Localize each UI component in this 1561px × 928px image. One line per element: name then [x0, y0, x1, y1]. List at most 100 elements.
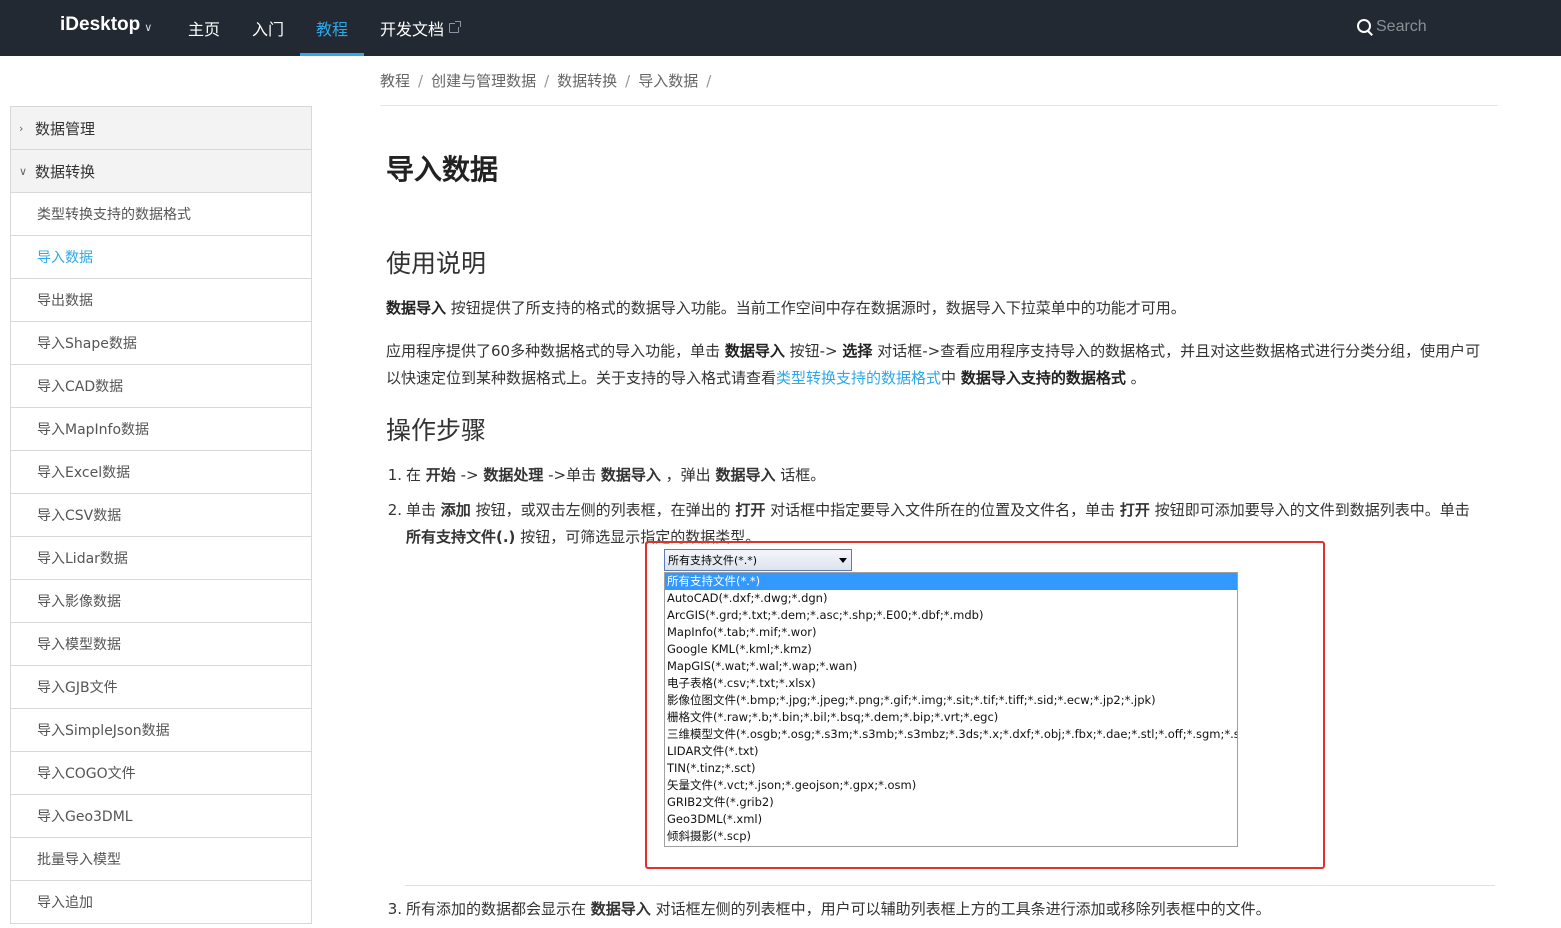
breadcrumb-item[interactable]: 教程	[380, 70, 410, 91]
sidebar-item-label: 导入SimpleJson数据	[37, 723, 170, 739]
file-type-option[interactable]: MapGIS(*.wat;*.wal;*.wap;*.wan)	[665, 658, 1237, 675]
sidebar-item-label: 导出数据	[37, 293, 93, 309]
sidebar-item[interactable]: 导入CSV数据	[11, 494, 311, 537]
external-link-icon	[449, 21, 462, 33]
bold-text: 数据导入支持的数据格式	[960, 369, 1126, 387]
sidebar-item[interactable]: 导入COGO文件	[11, 752, 311, 795]
file-type-option[interactable]: MapInfo(*.tab;*.mif;*.wor)	[665, 624, 1237, 641]
step-text: 所有添加的数据都会显示在 数据导入 对话框左侧的列表框中，用户可以辅助列表框上方…	[406, 896, 1271, 923]
select-value: 所有支持文件(*.*)	[668, 554, 758, 567]
sidebar-item-label: 类型转换支持的数据格式	[37, 207, 191, 223]
file-type-option[interactable]: LIDAR文件(*.txt)	[665, 743, 1237, 760]
sidebar-item[interactable]: 类型转换支持的数据格式	[11, 193, 311, 236]
bold-text: 打开	[1119, 501, 1150, 519]
chevron-right-icon: ›	[19, 121, 24, 135]
step-3: 3. 所有添加的数据都会显示在 数据导入 对话框左侧的列表框中，用户可以辅助列表…	[386, 896, 1486, 923]
sidebar-group-data-management[interactable]: › 数据管理	[11, 107, 311, 150]
text: 按钮提供了所支持的格式的数据导入功能。当前工作空间中存在数据源时，数据导入下拉菜…	[446, 299, 1186, 317]
nav-link-dev-docs[interactable]: 开发文档	[364, 0, 475, 56]
text: ，弹出	[660, 466, 716, 484]
search-icon	[1356, 18, 1374, 36]
step-number: 2.	[387, 501, 402, 519]
usage-paragraph-2: 应用程序提供了60多种数据格式的导入功能，单击 数据导入 按钮-> 选择 对话框…	[386, 338, 1486, 392]
chevron-down-icon: ∨	[144, 21, 153, 34]
sidebar-item[interactable]: 导入Geo3DML	[11, 795, 311, 838]
file-type-select[interactable]: 所有支持文件(*.*)	[664, 549, 852, 571]
sidebar-item[interactable]: 批量导入模型	[11, 838, 311, 881]
sidebar-item-label: 导入GJB文件	[37, 680, 118, 696]
link-supported-formats[interactable]: 类型转换支持的数据格式	[776, 369, 941, 387]
file-type-option[interactable]: 倾斜摄影(*.scp)	[665, 828, 1237, 845]
sidebar-item-label: 导入Lidar数据	[37, 551, 128, 567]
sidebar-item-label: 批量导入模型	[37, 852, 121, 868]
file-type-option[interactable]: Google KML(*.kml;*.kmz)	[665, 641, 1237, 658]
dropdown-arrow-icon	[839, 558, 847, 563]
file-type-option[interactable]: AutoCAD(*.dxf;*.dwg;*.dgn)	[665, 590, 1237, 607]
text: 。	[1125, 369, 1146, 387]
sidebar-item[interactable]: 导入模型数据	[11, 623, 311, 666]
text: 中	[941, 369, 961, 387]
file-type-option[interactable]: GRIB2文件(*.grib2)	[665, 794, 1237, 811]
highlighted-screenshot: 所有支持文件(*.*) 所有支持文件(*.*) AutoCAD(*.dxf;*.…	[645, 541, 1325, 869]
file-type-option[interactable]: 三维模型文件(*.osgb;*.osg;*.s3m;*.s3mb;*.s3mbz…	[665, 726, 1237, 743]
bold-text: 数据处理	[483, 466, 544, 484]
search-input[interactable]	[1376, 18, 1506, 36]
text: 在	[406, 466, 426, 484]
nav-link-label: 开发文档	[380, 20, 445, 39]
text: 单击	[406, 501, 441, 519]
sidebar-item-label: 导入Shape数据	[37, 336, 137, 352]
file-type-option[interactable]: 影像位图文件(*.bmp;*.jpg;*.jpeg;*.png;*.gif;*.…	[665, 692, 1237, 709]
breadcrumb: 教程 / 创建与管理数据 / 数据转换 / 导入数据 /	[380, 56, 1498, 106]
search-box	[1356, 14, 1516, 40]
sidebar-item[interactable]: 导入MapInfo数据	[11, 408, 311, 451]
file-type-option[interactable]: TIN(*.tinz;*.sct)	[665, 760, 1237, 777]
brand-dropdown[interactable]: iDesktop ∨	[60, 14, 152, 36]
sidebar-item[interactable]: 导入Shape数据	[11, 322, 311, 365]
sidebar-item-label: 导入Excel数据	[37, 465, 131, 481]
section-heading-usage: 使用说明	[386, 249, 487, 278]
file-type-option[interactable]: 所有支持文件(*.*)	[665, 573, 1237, 590]
step-1: 1. 在 开始 -> 数据处理 ->单击 数据导入 ，弹出 数据导入 话框。	[386, 462, 1486, 489]
file-type-option[interactable]: 电子表格(*.csv;*.txt;*.xlsx)	[665, 675, 1237, 692]
sidebar-item-label: 导入CSV数据	[37, 508, 122, 524]
file-type-option[interactable]: Geo3DML(*.xml)	[665, 811, 1237, 828]
text: 应用程序提供了60多种数据格式的导入功能，单击	[386, 342, 725, 360]
bold-text: 数据导入	[590, 900, 651, 918]
text: 对话框左侧的列表框中，用户可以辅助列表框上方的工具条进行添加或移除列表框中的文件…	[650, 900, 1271, 918]
sidebar-item[interactable]: 导入影像数据	[11, 580, 311, 623]
sidebar-group-data-conversion[interactable]: ∨ 数据转换	[11, 150, 311, 193]
sidebar-item[interactable]: 导入Lidar数据	[11, 537, 311, 580]
breadcrumb-separator: /	[706, 71, 712, 90]
sidebar-item[interactable]: 导入GJB文件	[11, 666, 311, 709]
sidebar-item-label: 导入CAD数据	[37, 379, 124, 395]
breadcrumb-item[interactable]: 创建与管理数据	[431, 70, 536, 91]
sidebar-item[interactable]: 导入追加	[11, 881, 311, 924]
file-type-option[interactable]: 栅格文件(*.raw;*.b;*.bin;*.bil;*.bsq;*.dem;*…	[665, 709, 1237, 726]
nav-link-tutorials[interactable]: 教程	[300, 0, 365, 56]
text: ->单击	[543, 466, 601, 484]
text: 话框。	[775, 466, 826, 484]
text: 按钮->	[784, 342, 843, 360]
sidebar-item-current[interactable]: 导入数据	[11, 236, 311, 279]
nav-link-home[interactable]: 主页	[172, 0, 236, 56]
sidebar-item[interactable]: 导入SimpleJson数据	[11, 709, 311, 752]
sidebar-group-label: 数据转换	[35, 162, 96, 181]
file-type-option[interactable]: ArcGIS(*.grd;*.txt;*.dem;*.asc;*.shp;*.E…	[665, 607, 1237, 624]
file-type-option[interactable]: 矢量文件(*.vct;*.json;*.geojson;*.gpx;*.osm)	[665, 777, 1237, 794]
sidebar-item[interactable]: 导入CAD数据	[11, 365, 311, 408]
sidebar-item[interactable]: 导入Excel数据	[11, 451, 311, 494]
breadcrumb-item[interactable]: 数据转换	[557, 70, 617, 91]
step-number: 3.	[387, 900, 402, 918]
sidebar-item-label: 导入Geo3DML	[37, 809, 133, 825]
file-type-options-list: 所有支持文件(*.*) AutoCAD(*.dxf;*.dwg;*.dgn) A…	[664, 572, 1238, 847]
text: 所有添加的数据都会显示在	[406, 900, 591, 918]
bold-text: 数据导入	[600, 466, 661, 484]
bold-text: 选择	[842, 342, 873, 360]
sidebar-item[interactable]: 导出数据	[11, 279, 311, 322]
nav-link-getting-started[interactable]: 入门	[236, 0, 300, 56]
breadcrumb-separator: /	[544, 71, 550, 90]
bold-text: 打开	[735, 501, 766, 519]
breadcrumb-item[interactable]: 导入数据	[638, 70, 698, 91]
text: 按钮，或双击左侧的列表框，在弹出的	[470, 501, 736, 519]
section-heading-steps: 操作步骤	[386, 416, 487, 445]
